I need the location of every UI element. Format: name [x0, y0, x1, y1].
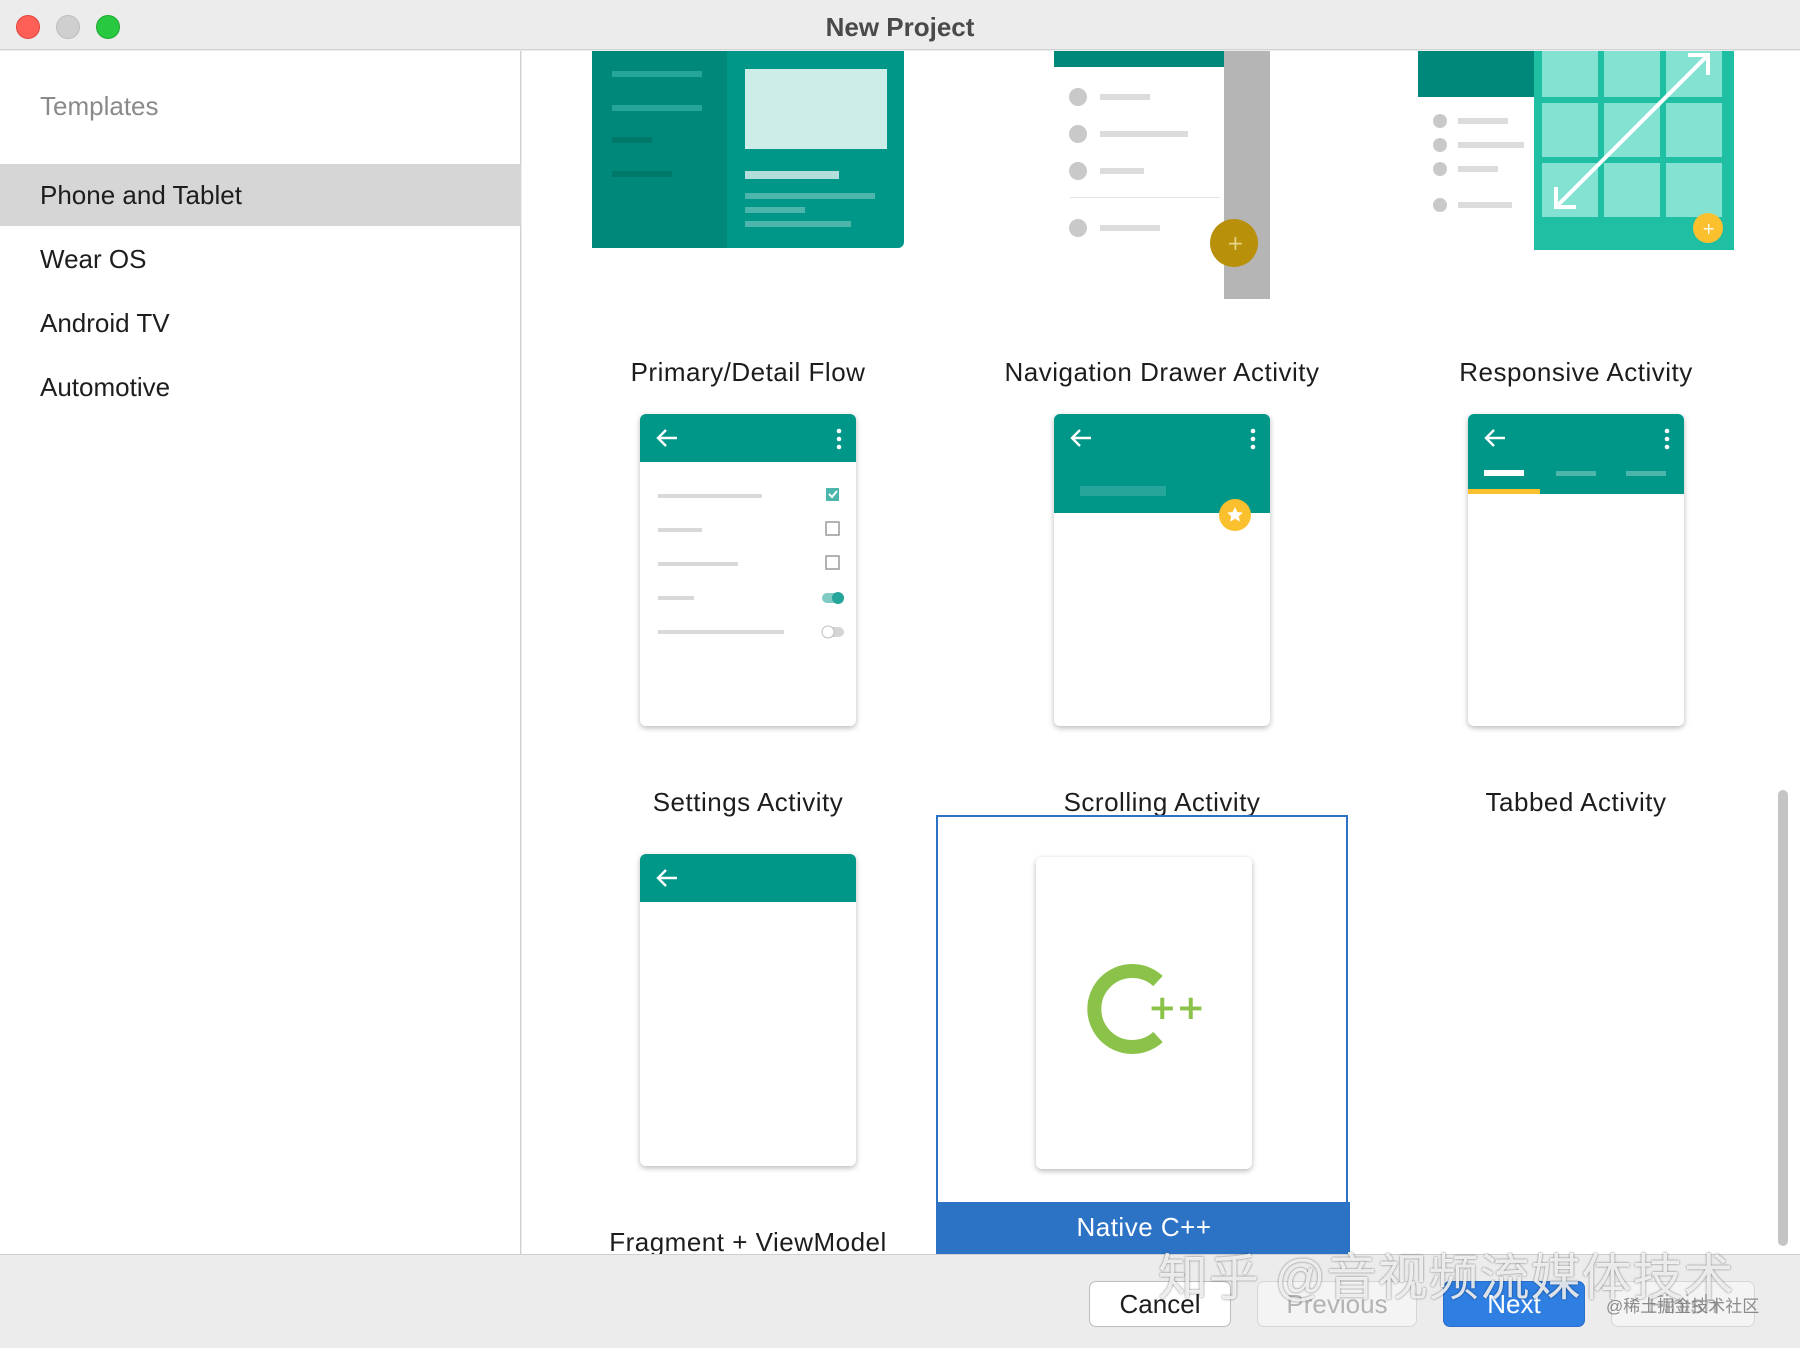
template-label: Responsive Activity	[1459, 357, 1693, 387]
app-bar	[1468, 414, 1684, 494]
back-arrow-icon	[1070, 429, 1091, 447]
template-card-tabbed-activity[interactable]: Tabbed Activity	[1370, 401, 1782, 841]
app-bar	[640, 854, 856, 902]
template-card-settings-activity[interactable]: Settings Activity	[542, 401, 954, 841]
checkbox-icon	[825, 555, 840, 570]
template-label: Settings Activity	[652, 787, 844, 817]
template-label: Primary/Detail Flow	[630, 357, 866, 387]
sidebar-item-android-tv[interactable]: Android TV	[0, 292, 521, 354]
template-card-native-cpp[interactable]: ++ Native C++	[936, 815, 1350, 1254]
sidebar-item-automotive[interactable]: Automotive	[0, 356, 521, 418]
sidebar-item-label: Automotive	[40, 372, 171, 402]
new-project-window: New Project Templates Phone and Tablet W…	[0, 0, 1800, 1348]
back-arrow-icon	[656, 429, 677, 447]
template-label: Scrolling Activity	[1063, 787, 1261, 817]
scrolling-preview	[1054, 414, 1270, 726]
template-card-fragment-viewmodel[interactable]: Fragment + ViewModel	[542, 841, 954, 1254]
tabbed-preview	[1468, 414, 1684, 726]
template-card-navigation-drawer[interactable]: + Navigation Drawer Activity	[956, 51, 1368, 401]
sidebar-item-label: Phone and Tablet	[40, 180, 242, 210]
more-vert-icon	[1250, 428, 1256, 450]
template-card-primary-detail-flow[interactable]: Primary/Detail Flow	[542, 51, 954, 401]
responsive-preview: +	[1418, 51, 1734, 250]
svg-text:+: +	[1227, 231, 1244, 255]
window-title: New Project	[825, 12, 975, 42]
settings-list	[658, 488, 844, 639]
tab-indicator	[1468, 489, 1540, 494]
template-gallery: Primary/Detail Flow + Navigation Drawer	[522, 51, 1800, 1254]
sidebar-item-phone-and-tablet[interactable]: Phone and Tablet	[0, 164, 521, 226]
sidebar-header: Templates	[40, 91, 159, 121]
cpp-logo-icon: ++	[1087, 964, 1205, 1054]
checkbox-icon	[826, 488, 839, 501]
watermark-small-text: @稀土掘金技术社区	[1606, 1297, 1760, 1316]
template-card-scrolling-activity[interactable]: Scrolling Activity	[956, 401, 1368, 841]
back-arrow-icon	[1484, 429, 1505, 447]
fragment-viewmodel-preview	[640, 854, 856, 1166]
back-arrow-icon	[656, 869, 677, 887]
title-bar: New Project	[0, 0, 1800, 50]
more-vert-icon	[836, 428, 842, 450]
template-card-responsive-activity[interactable]: + Responsive Activity	[1370, 51, 1782, 401]
sidebar-item-label: Wear OS	[40, 244, 147, 274]
navigation-drawer-preview: +	[1054, 51, 1270, 299]
template-label: Navigation Drawer Activity	[1004, 357, 1320, 387]
more-vert-icon	[1664, 428, 1670, 450]
primary-detail-preview	[592, 51, 904, 248]
sidebar-item-label: Android TV	[40, 308, 170, 338]
svg-text:++: ++	[1148, 988, 1205, 1028]
tab-indicator-label	[1484, 470, 1524, 476]
template-label: Fragment + ViewModel	[609, 1227, 887, 1254]
checkbox-icon	[825, 521, 840, 536]
settings-preview	[640, 414, 856, 726]
gallery-scrollbar-thumb[interactable]	[1778, 790, 1788, 1246]
template-label: Tabbed Activity	[1485, 787, 1667, 817]
star-icon	[1219, 499, 1251, 531]
native-cpp-preview: ++	[1036, 857, 1252, 1169]
svg-text:+: +	[1702, 219, 1715, 238]
sidebar-item-wear-os[interactable]: Wear OS	[0, 228, 521, 290]
app-bar	[640, 414, 856, 462]
templates-sidebar: Templates Phone and Tablet Wear OS Andro…	[0, 51, 521, 1254]
